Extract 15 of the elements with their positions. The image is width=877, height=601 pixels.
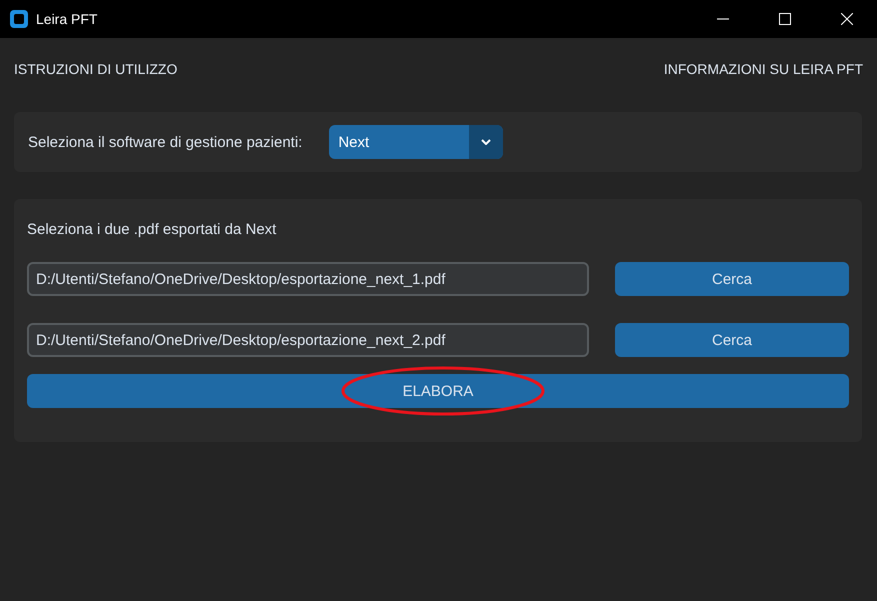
- file-path-field[interactable]: D:/Utenti/Stefano/OneDrive/Desktop/esportazione_next_2.pdf: [27, 323, 589, 357]
- maximize-icon[interactable]: [779, 13, 791, 25]
- close-icon[interactable]: [841, 13, 853, 25]
- file-path-field[interactable]: D:/Utenti/Stefano/OneDrive/Desktop/esportazione_next_1.pdf: [27, 262, 589, 296]
- window-title: Leira PFT: [36, 11, 98, 27]
- software-label: Seleziona il software di gestione pazienti:: [28, 134, 302, 150]
- files-label: Seleziona i due .pdf esportati da Next: [27, 221, 278, 238]
- chevron-icon: [481, 139, 492, 145]
- software-dropdown[interactable]: Next: [329, 125, 504, 159]
- menu-link[interactable]: ISTRUZIONI DI UTILIZZO: [14, 61, 178, 90]
- browse-button[interactable]: Cerca: [615, 262, 849, 296]
- menu-link[interactable]: INFORMAZIONI SU LEIRA PFT: [664, 61, 863, 90]
- process-button[interactable]: ELABORA: [27, 374, 849, 408]
- browse-button[interactable]: Cerca: [615, 323, 849, 357]
- app-icon: [10, 10, 28, 28]
